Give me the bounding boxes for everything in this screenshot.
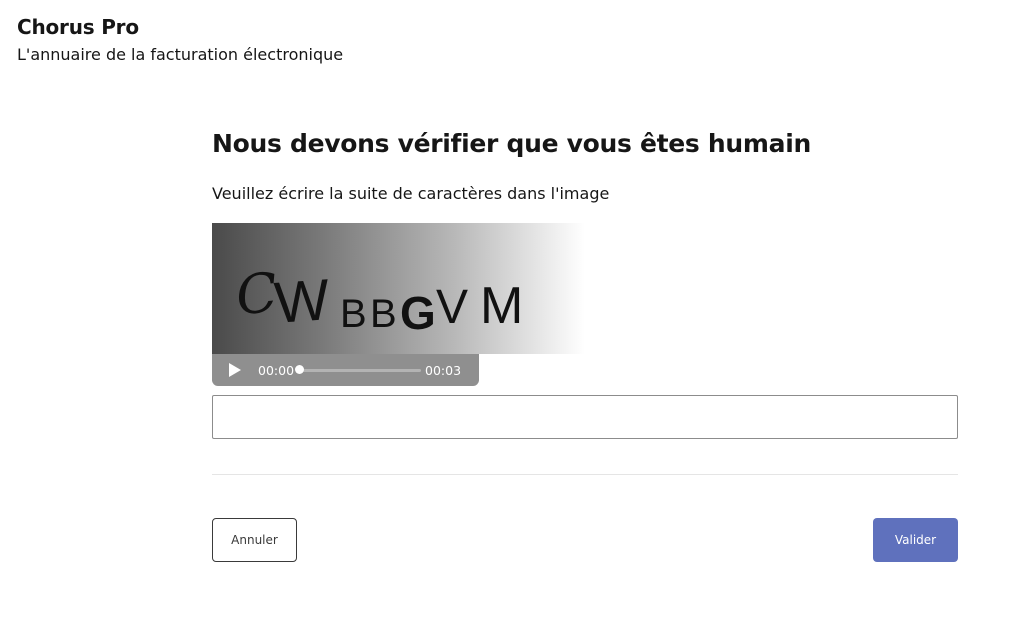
captcha-answer-input[interactable]: [212, 395, 958, 439]
audio-progress-track[interactable]: [299, 369, 421, 372]
cancel-button[interactable]: Annuler: [212, 518, 297, 562]
app-subtitle: L'annuaire de la facturation électroniqu…: [17, 45, 344, 64]
captcha-image: C W B B G V M: [212, 223, 585, 354]
audio-progress-thumb[interactable]: [295, 365, 304, 374]
validate-button[interactable]: Valider: [873, 518, 958, 562]
svg-text:B: B: [370, 292, 397, 336]
page-title: Nous devons vérifier que vous êtes humai…: [212, 129, 812, 158]
svg-text:B: B: [340, 292, 367, 336]
divider: [212, 474, 958, 475]
svg-text:M: M: [480, 277, 523, 335]
audio-total-time: 00:03: [425, 363, 462, 378]
svg-text:V: V: [436, 281, 468, 334]
captcha-glyphs: C W B B G V M: [233, 261, 523, 339]
audio-current-time: 00:00: [258, 363, 295, 378]
play-icon[interactable]: [229, 363, 241, 377]
audio-player: 00:00 00:03: [212, 354, 479, 386]
svg-text:G: G: [400, 287, 436, 339]
captcha-instruction: Veuillez écrire la suite de caractères d…: [212, 184, 610, 203]
svg-text:W: W: [272, 267, 331, 336]
app-title: Chorus Pro: [17, 15, 139, 39]
